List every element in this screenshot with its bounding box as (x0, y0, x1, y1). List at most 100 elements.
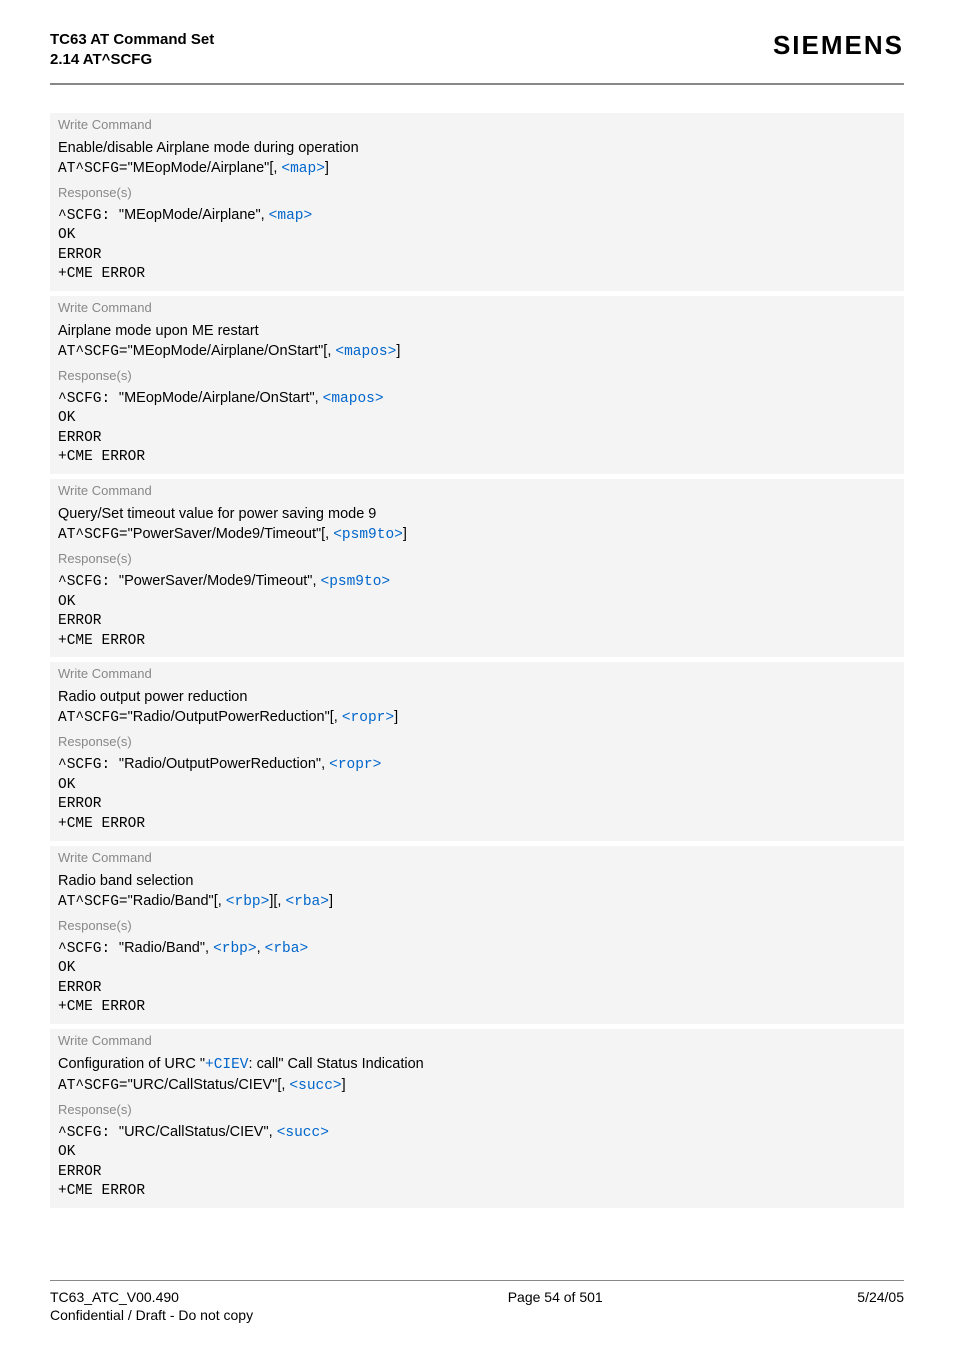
resp-prefix: ^SCFG: (58, 391, 119, 407)
write-command-label: Write Command (50, 113, 904, 136)
cmd-prefix: AT^SCFG= (58, 710, 128, 726)
resp-ok: OK (58, 1143, 896, 1163)
page-header: TC63 AT Command Set 2.14 AT^SCFG SIEMENS (50, 30, 904, 85)
page-footer: TC63_ATC_V00.490 Confidential / Draft - … (50, 1280, 904, 1323)
resp-error: ERROR (58, 612, 896, 632)
resp-arg: "URC/CallStatus/CIEV" (119, 1124, 269, 1140)
cmd-suffix-pre: [, (323, 343, 335, 359)
responses-label: Response(s) (50, 364, 904, 387)
cmd-arg: "PowerSaver/Mode9/Timeout" (128, 526, 322, 542)
response-body: ^SCFG: "URC/CallStatus/CIEV", <succ> OK … (50, 1121, 904, 1208)
cmd-prefix: AT^SCFG= (58, 1078, 128, 1094)
resp-prefix: ^SCFG: (58, 574, 119, 590)
command-block-radio-band: Write Command Radio band selection AT^SC… (50, 846, 904, 1026)
command-block: Write CommandAirplane mode upon ME resta… (50, 296, 904, 476)
resp-error: ERROR (58, 246, 896, 266)
cmd-param[interactable]: <mapos> (335, 344, 396, 360)
cmd-suffix-post: ] (394, 709, 398, 725)
resp-param[interactable]: <ropr> (329, 757, 381, 773)
footer-date: 5/24/05 (857, 1289, 904, 1323)
cmd-param-rba[interactable]: <rba> (285, 894, 329, 910)
resp-cme-error: +CME ERROR (58, 1182, 896, 1202)
resp-ok: OK (58, 226, 896, 246)
cmd-arg: "MEopMode/Airplane/OnStart" (128, 343, 324, 359)
resp-cme-error: +CME ERROR (58, 632, 896, 652)
resp-sep: , (312, 573, 320, 589)
command-syntax: AT^SCFG="MEopMode/Airplane/OnStart"[, <m… (50, 343, 904, 364)
write-command-label: Write Command (50, 296, 904, 319)
cmd-prefix: AT^SCFG= (58, 894, 128, 910)
command-description: Radio band selection (50, 869, 904, 893)
resp-prefix: ^SCFG: (58, 208, 119, 224)
resp-param-succ[interactable]: <succ> (277, 1125, 329, 1141)
command-block: Write CommandQuery/Set timeout value for… (50, 479, 904, 659)
cmd-arg: "MEopMode/Airplane" (128, 160, 270, 176)
command-description: Airplane mode upon ME restart (50, 319, 904, 343)
brand-logo: SIEMENS (773, 30, 904, 61)
cmd-arg: "URC/CallStatus/CIEV" (128, 1077, 278, 1093)
footer-page: Page 54 of 501 (253, 1289, 857, 1323)
resp-arg: "PowerSaver/Mode9/Timeout" (119, 573, 313, 589)
cmd-suffix-pre: [, (330, 709, 342, 725)
desc-post: : call" Call Status Indication (249, 1056, 424, 1072)
resp-param-rbp[interactable]: <rbp> (213, 941, 257, 957)
ciev-link[interactable]: +CIEV (205, 1057, 249, 1073)
command-syntax: AT^SCFG="Radio/Band"[, <rbp>][, <rba>] (50, 893, 904, 914)
resp-arg: "Radio/Band" (119, 940, 205, 956)
cmd-prefix: AT^SCFG= (58, 344, 128, 360)
cmd-param[interactable]: <ropr> (342, 710, 394, 726)
resp-param[interactable]: <psm9to> (321, 574, 391, 590)
header-title: TC63 AT Command Set 2.14 AT^SCFG (50, 30, 214, 71)
resp-error: ERROR (58, 429, 896, 449)
cmd-param-succ[interactable]: <succ> (289, 1078, 341, 1094)
command-syntax: AT^SCFG="URC/CallStatus/CIEV"[, <succ>] (50, 1077, 904, 1098)
resp-error: ERROR (58, 795, 896, 815)
responses-label: Response(s) (50, 547, 904, 570)
resp-param-rba[interactable]: <rba> (265, 941, 309, 957)
resp-arg: "Radio/OutputPowerReduction" (119, 756, 321, 772)
responses-label: Response(s) (50, 730, 904, 753)
cmd-param[interactable]: <psm9to> (333, 527, 403, 543)
command-block: Write CommandEnable/disable Airplane mod… (50, 113, 904, 293)
cmd-suffix-post: ] (403, 526, 407, 542)
command-description: Radio output power reduction (50, 685, 904, 709)
responses-label: Response(s) (50, 181, 904, 204)
resp-param[interactable]: <map> (269, 208, 313, 224)
command-description: Configuration of URC "+CIEV: call" Call … (50, 1052, 904, 1077)
cmd-br2-close: ] (329, 893, 333, 909)
cmd-br1-open: [, (214, 893, 226, 909)
command-description: Enable/disable Airplane mode during oper… (50, 136, 904, 160)
resp-prefix: ^SCFG: (58, 941, 119, 957)
footer-version: TC63_ATC_V00.490 (50, 1289, 253, 1305)
cmd-suffix-pre: [, (277, 1077, 289, 1093)
cmd-suffix-post: ] (325, 160, 329, 176)
resp-ok: OK (58, 776, 896, 796)
command-block: Write CommandRadio output power reductio… (50, 662, 904, 842)
title-line2: 2.14 AT^SCFG (50, 50, 214, 70)
resp-sep2: , (257, 940, 265, 956)
resp-cme-error: +CME ERROR (58, 265, 896, 285)
cmd-suffix-post: ] (342, 1077, 346, 1093)
response-body: ^SCFG: "MEopMode/Airplane/OnStart", <map… (50, 387, 904, 474)
response-body: ^SCFG: "Radio/Band", <rbp>, <rba> OK ERR… (50, 937, 904, 1024)
write-command-label: Write Command (50, 662, 904, 685)
response-body: ^SCFG: "Radio/OutputPowerReduction", <ro… (50, 753, 904, 840)
resp-prefix: ^SCFG: (58, 1125, 119, 1141)
resp-error: ERROR (58, 979, 896, 999)
cmd-arg: "Radio/OutputPowerReduction" (128, 709, 330, 725)
resp-ok: OK (58, 959, 896, 979)
cmd-param-rbp[interactable]: <rbp> (226, 894, 270, 910)
resp-sep: , (321, 756, 329, 772)
command-syntax: AT^SCFG="PowerSaver/Mode9/Timeout"[, <ps… (50, 526, 904, 547)
title-line1: TC63 AT Command Set (50, 30, 214, 50)
footer-confidential: Confidential / Draft - Do not copy (50, 1305, 253, 1323)
resp-arg: "MEopMode/Airplane/OnStart" (119, 390, 315, 406)
cmd-param[interactable]: <map> (281, 161, 325, 177)
resp-param[interactable]: <mapos> (323, 391, 384, 407)
resp-sep1: , (205, 940, 213, 956)
cmd-prefix: AT^SCFG= (58, 161, 128, 177)
resp-cme-error: +CME ERROR (58, 448, 896, 468)
response-body: ^SCFG: "MEopMode/Airplane", <map>OKERROR… (50, 204, 904, 291)
resp-sep: , (261, 207, 269, 223)
cmd-arg: "Radio/Band" (128, 893, 214, 909)
